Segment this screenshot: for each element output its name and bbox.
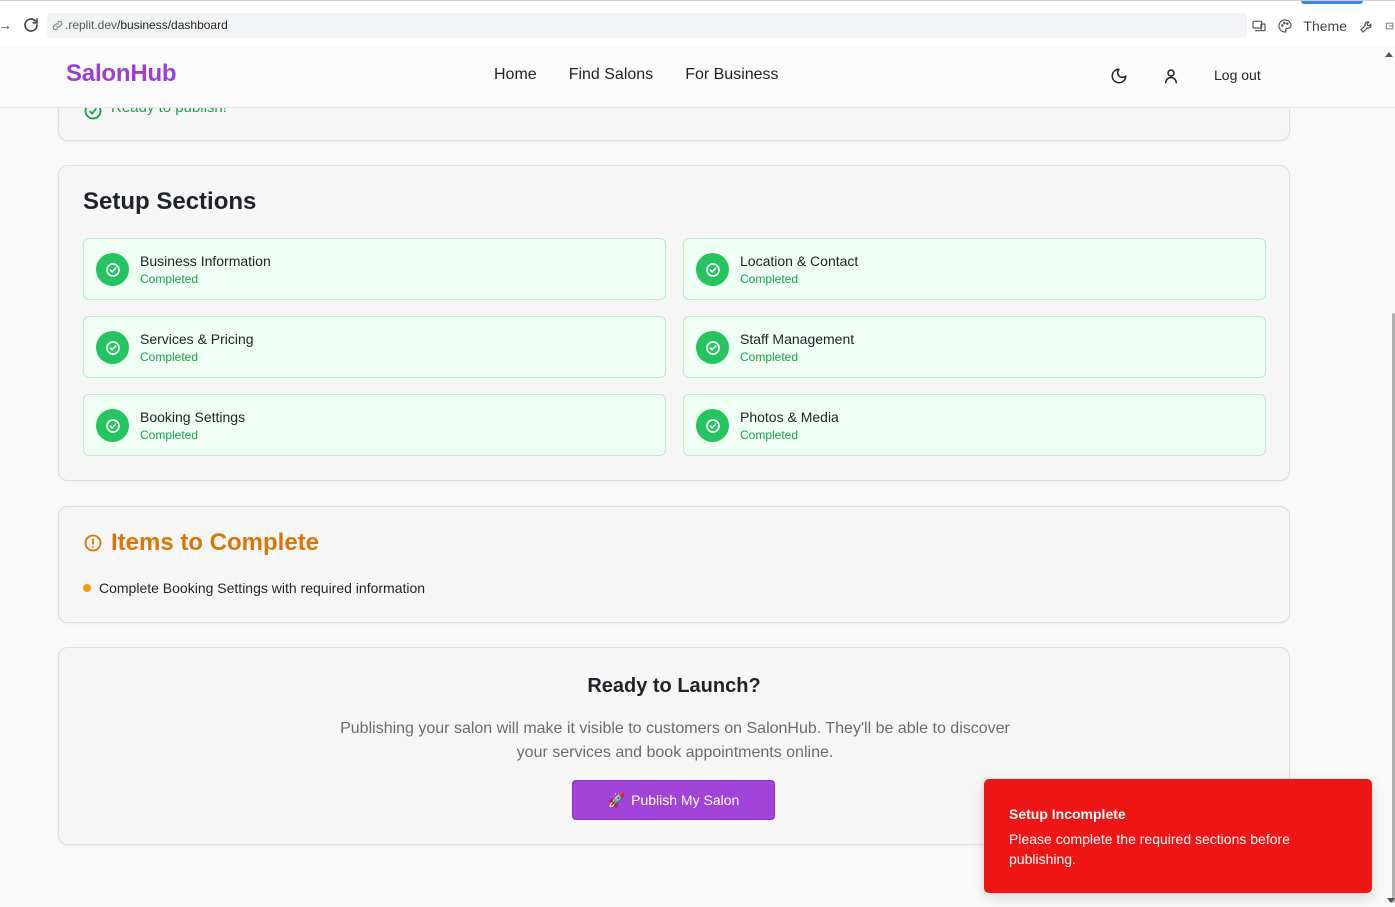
check-circle-icon (96, 331, 129, 364)
section-staff-management[interactable]: Staff Management Completed (683, 316, 1266, 378)
check-circle-icon (696, 253, 729, 286)
external-tab-icon[interactable] (1385, 18, 1395, 34)
setup-sections-title: Setup Sections (83, 188, 257, 215)
moon-icon[interactable] (1110, 67, 1128, 85)
item-text: Complete Booking Settings with required … (99, 580, 426, 596)
url-text: .replit.dev/business/dashboard (65, 18, 228, 32)
items-header: Items to Complete (83, 529, 319, 557)
launch-title: Ready to Launch? (587, 675, 761, 697)
theme-label[interactable]: Theme (1303, 18, 1347, 34)
check-circle-icon (696, 409, 729, 442)
launch-description: Publishing your salon will make it visib… (340, 720, 1010, 761)
app-header: SalonHub Home Find Salons For Business L… (0, 46, 1395, 108)
main-nav: Home Find Salons For Business (494, 66, 779, 84)
check-circle-icon (96, 409, 129, 442)
section-status: Completed (140, 428, 199, 442)
section-booking-settings[interactable]: Booking Settings Completed (83, 394, 666, 456)
error-toast[interactable]: Setup Incomplete Please complete the req… (984, 779, 1372, 893)
section-status: Completed (740, 350, 799, 364)
logout-button[interactable]: Log out (1214, 67, 1261, 83)
setup-sections-grid: Business Information Completed Location … (83, 238, 1266, 456)
section-status: Completed (140, 350, 199, 364)
section-status: Completed (140, 272, 199, 286)
user-icon[interactable] (1162, 67, 1180, 85)
section-name: Booking Settings (140, 409, 246, 425)
page-scrollbar[interactable] (1387, 108, 1395, 907)
reload-icon[interactable] (22, 16, 40, 34)
scroll-down-arrow[interactable] (1387, 898, 1395, 903)
publish-button-label: Publish My Salon (631, 792, 740, 808)
devices-icon[interactable] (1251, 18, 1267, 34)
section-status: Completed (740, 428, 799, 442)
browser-accent-bar (1301, 1, 1363, 4)
publish-button[interactable]: 🚀 Publish My Salon (572, 780, 775, 820)
salonhub-logo[interactable]: SalonHub (66, 60, 177, 88)
section-location-contact[interactable]: Location & Contact Completed (683, 238, 1266, 300)
section-name: Staff Management (740, 331, 855, 347)
toast-message: Please complete the required sections be… (1009, 831, 1290, 867)
check-circle-icon (696, 331, 729, 364)
list-item: Complete Booking Settings with required … (83, 580, 425, 596)
section-services-pricing[interactable]: Services & Pricing Completed (83, 316, 666, 378)
browser-toolbar: → .replit.dev/business/dashboard Theme (0, 0, 1395, 46)
section-name: Photos & Media (740, 409, 839, 425)
rocket-icon: 🚀 (607, 791, 626, 808)
nav-find-salons[interactable]: Find Salons (569, 66, 654, 84)
toast-title: Setup Incomplete (1009, 806, 1126, 822)
wrench-icon[interactable] (1359, 18, 1375, 34)
address-bar[interactable]: .replit.dev/business/dashboard (47, 13, 1247, 38)
bullet-dot (83, 584, 91, 592)
items-to-complete-card: Items to Complete Complete Booking Setti… (58, 506, 1290, 623)
link-icon (52, 20, 63, 31)
section-name: Services & Pricing (140, 331, 254, 347)
section-status: Completed (740, 272, 799, 286)
setup-sections-card: Setup Sections Business Information Comp… (58, 165, 1290, 481)
palette-icon[interactable] (1277, 18, 1293, 34)
section-name: Location & Contact (740, 253, 859, 269)
alert-circle-icon (84, 534, 102, 552)
items-title: Items to Complete (111, 529, 320, 556)
nav-home[interactable]: Home (494, 66, 537, 84)
section-name: Business Information (140, 253, 271, 269)
items-list: Complete Booking Settings with required … (83, 580, 425, 596)
forward-arrow-icon[interactable]: → (0, 18, 12, 32)
section-photos-media[interactable]: Photos & Media Completed (683, 394, 1266, 456)
section-business-information[interactable]: Business Information Completed (83, 238, 666, 300)
browser-actions: Theme (1251, 15, 1395, 37)
check-circle-icon (96, 253, 129, 286)
scroll-up-arrow[interactable] (1385, 52, 1393, 57)
nav-for-business[interactable]: For Business (685, 66, 778, 84)
